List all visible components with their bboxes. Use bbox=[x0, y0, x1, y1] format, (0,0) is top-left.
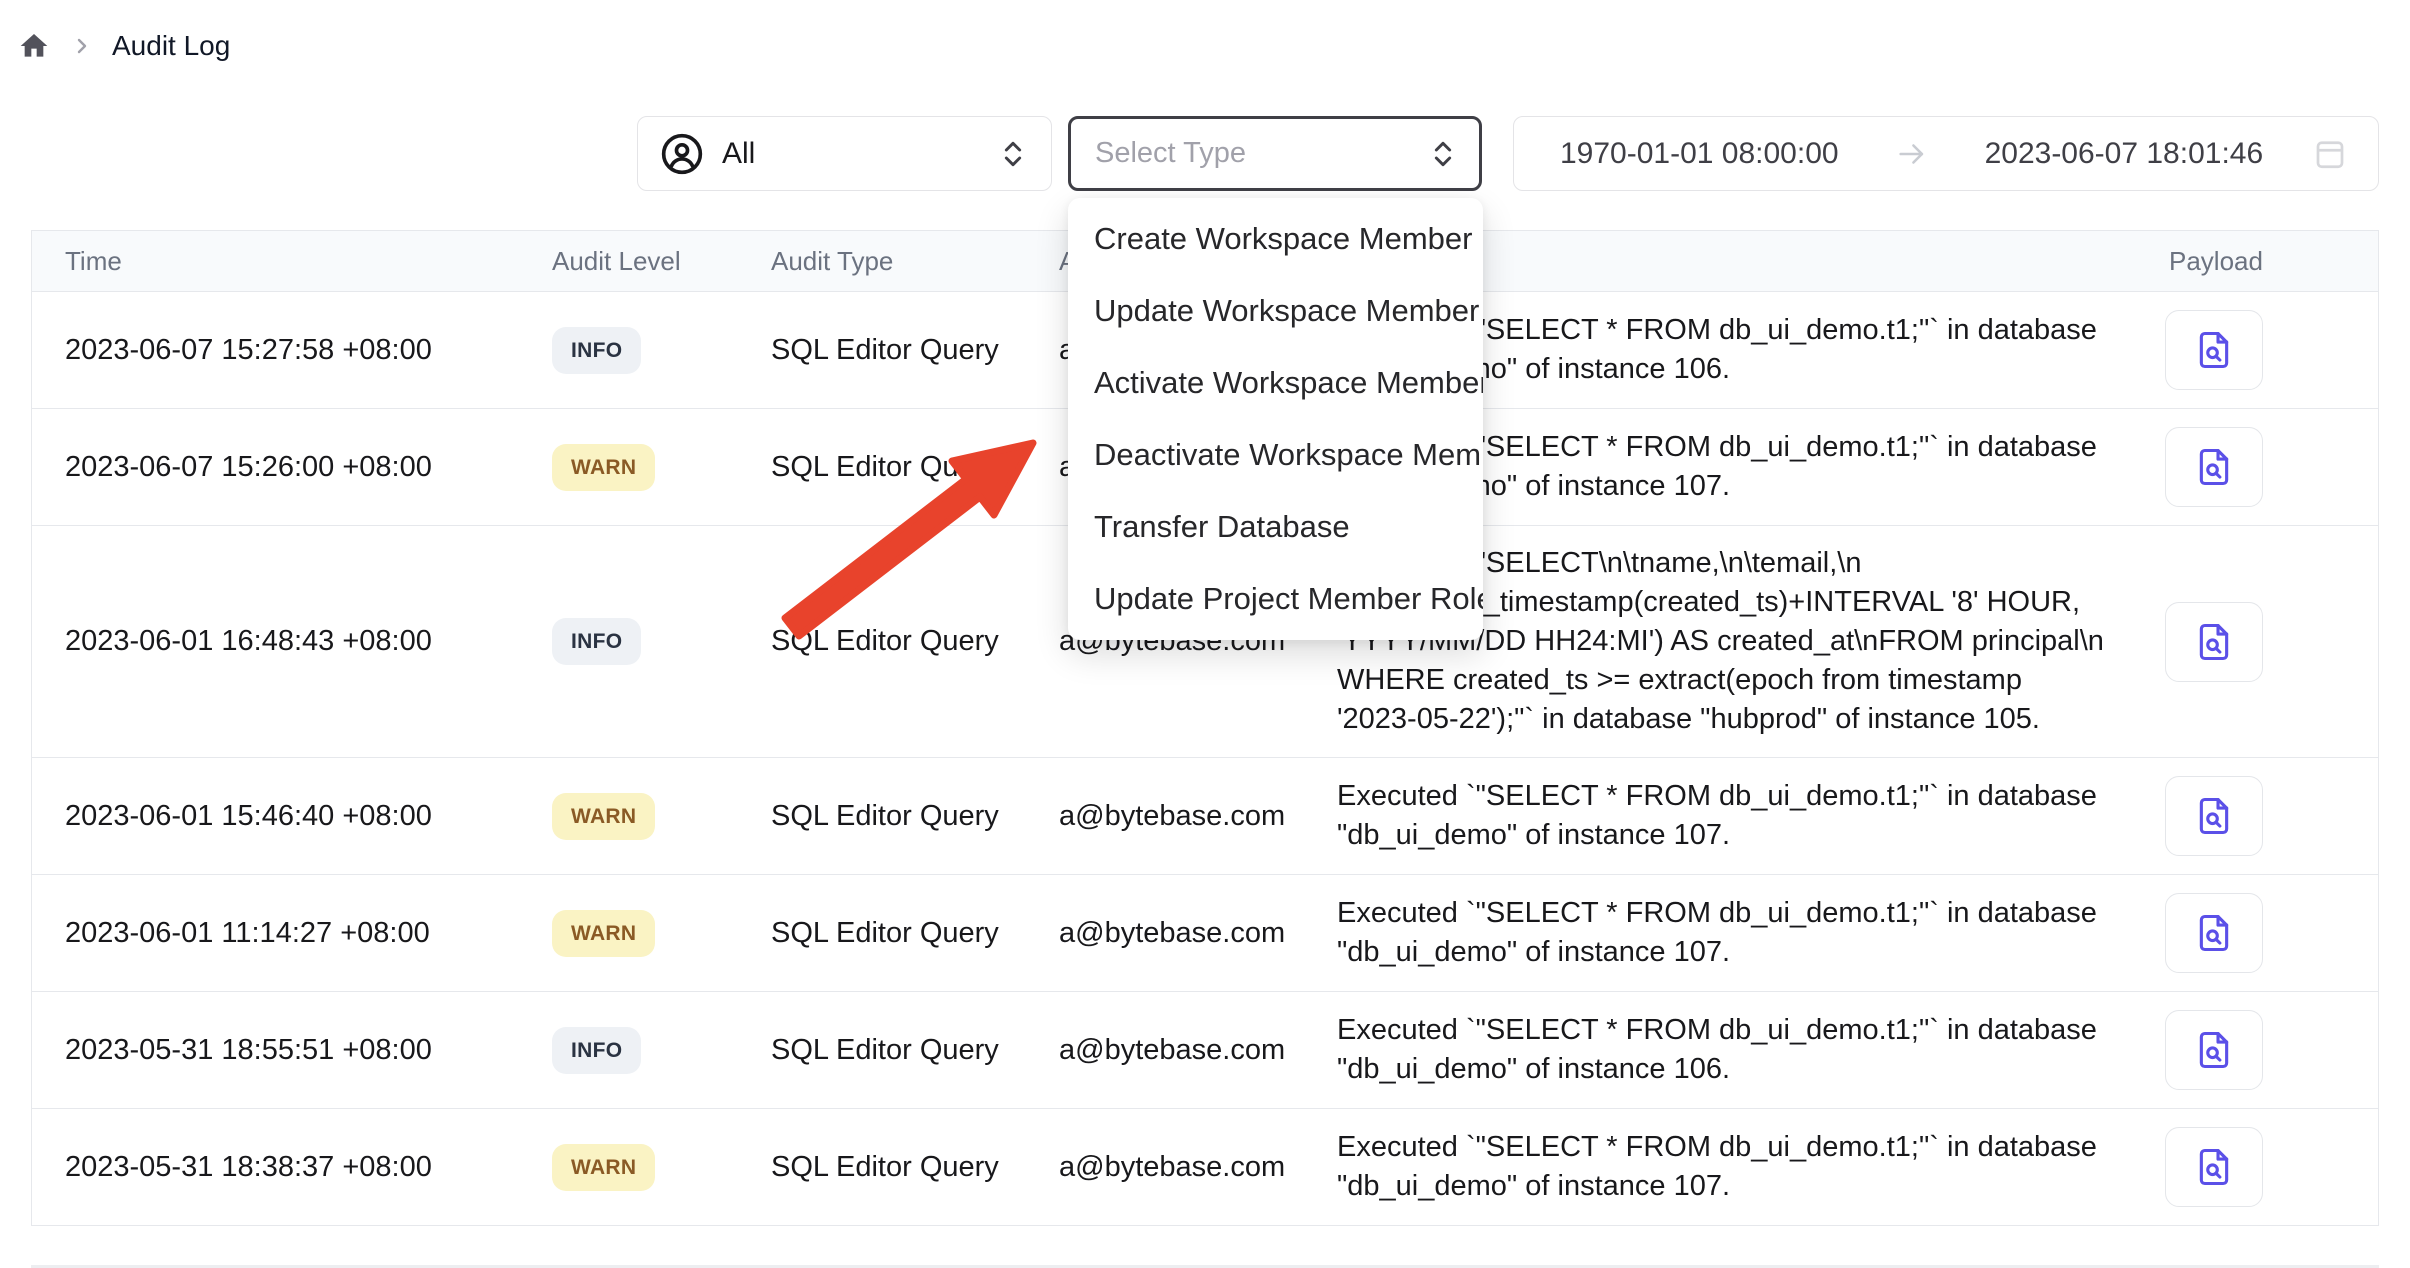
page-title: Audit Log bbox=[112, 30, 230, 62]
type-filter-select[interactable]: Select Type bbox=[1068, 116, 1482, 191]
cell-audit-level: INFO bbox=[552, 1027, 771, 1074]
cell-audit-level: WARN bbox=[552, 793, 771, 840]
type-filter-placeholder: Select Type bbox=[1095, 137, 1246, 170]
column-header-audit-type: Audit Type bbox=[771, 246, 1059, 277]
breadcrumb: Audit Log bbox=[18, 26, 230, 66]
view-payload-button[interactable] bbox=[2165, 1127, 2263, 1207]
cell-audit-type: SQL Editor Query bbox=[771, 451, 1059, 484]
cell-payload bbox=[2137, 1127, 2378, 1207]
cell-time: 2023-06-07 15:26:00 +08:00 bbox=[32, 451, 552, 484]
breadcrumb-chevron-icon bbox=[70, 34, 94, 58]
view-payload-button[interactable] bbox=[2165, 602, 2263, 682]
view-payload-button[interactable] bbox=[2165, 776, 2263, 856]
dropdown-option-update-workspace-member[interactable]: Update Workspace Member Role bbox=[1068, 275, 1483, 347]
chevrons-up-down-icon bbox=[1427, 138, 1459, 170]
cell-payload bbox=[2137, 310, 2378, 390]
cell-comment: Executed `"SELECT * FROM db_ui_demo.t1;"… bbox=[1337, 894, 2137, 972]
cell-audit-level: INFO bbox=[552, 618, 771, 665]
calendar-icon bbox=[2312, 136, 2348, 172]
cell-time: 2023-05-31 18:55:51 +08:00 bbox=[32, 1034, 552, 1067]
arrow-right-icon bbox=[1895, 137, 1929, 171]
cell-time: 2023-05-31 18:38:37 +08:00 bbox=[32, 1151, 552, 1184]
audit-level-badge: WARN bbox=[552, 793, 655, 840]
column-header-time: Time bbox=[32, 246, 552, 277]
audit-level-badge: WARN bbox=[552, 1144, 655, 1191]
audit-level-badge: WARN bbox=[552, 444, 655, 491]
dropdown-option-deactivate-workspace-member[interactable]: Deactivate Workspace Member bbox=[1068, 419, 1483, 491]
column-header-payload: Payload bbox=[2137, 246, 2378, 277]
cell-actor: a@bytebase.com bbox=[1059, 917, 1337, 950]
cell-comment: Executed `"SELECT * FROM db_ui_demo.t1;"… bbox=[1337, 1011, 2137, 1089]
cell-time: 2023-06-01 16:48:43 +08:00 bbox=[32, 625, 552, 658]
cell-payload bbox=[2137, 776, 2378, 856]
table-row: 2023-06-01 15:46:40 +08:00 WARN SQL Edit… bbox=[32, 758, 2378, 875]
dropdown-option-activate-workspace-member[interactable]: Activate Workspace Member bbox=[1068, 347, 1483, 419]
table-row: 2023-06-01 11:14:27 +08:00 WARN SQL Edit… bbox=[32, 875, 2378, 992]
cell-actor: a@bytebase.com bbox=[1059, 1034, 1337, 1067]
date-range-start[interactable]: 1970-01-01 08:00:00 bbox=[1560, 137, 1839, 171]
cell-audit-level: WARN bbox=[552, 1144, 771, 1191]
file-search-icon bbox=[2192, 794, 2236, 838]
view-payload-button[interactable] bbox=[2165, 427, 2263, 507]
column-header-audit-level: Audit Level bbox=[552, 246, 771, 277]
cell-audit-type: SQL Editor Query bbox=[771, 917, 1059, 950]
cell-audit-level: INFO bbox=[552, 327, 771, 374]
cell-time: 2023-06-07 15:27:58 +08:00 bbox=[32, 334, 552, 367]
view-payload-button[interactable] bbox=[2165, 310, 2263, 390]
file-search-icon bbox=[2192, 445, 2236, 489]
audit-level-badge: INFO bbox=[552, 618, 641, 665]
audit-level-badge: WARN bbox=[552, 910, 655, 957]
cell-audit-type: SQL Editor Query bbox=[771, 334, 1059, 367]
actor-filter-value: All bbox=[722, 137, 755, 171]
table-row: 2023-05-31 18:38:37 +08:00 WARN SQL Edit… bbox=[32, 1109, 2378, 1226]
cell-audit-level: WARN bbox=[552, 444, 771, 491]
type-dropdown-menu: Create Workspace Member Update Workspace… bbox=[1068, 198, 1483, 640]
cell-actor: a@bytebase.com bbox=[1059, 800, 1337, 833]
date-range-picker[interactable]: 1970-01-01 08:00:00 2023-06-07 18:01:46 bbox=[1513, 116, 2379, 191]
home-icon[interactable] bbox=[18, 30, 50, 62]
file-search-icon bbox=[2192, 1028, 2236, 1072]
file-search-icon bbox=[2192, 620, 2236, 664]
audit-level-badge: INFO bbox=[552, 327, 641, 374]
user-circle-icon bbox=[660, 132, 704, 176]
file-search-icon bbox=[2192, 1145, 2236, 1189]
cell-audit-type: SQL Editor Query bbox=[771, 800, 1059, 833]
cell-comment: Executed `"SELECT * FROM db_ui_demo.t1;"… bbox=[1337, 1128, 2137, 1206]
view-payload-button[interactable] bbox=[2165, 1010, 2263, 1090]
cell-payload bbox=[2137, 1010, 2378, 1090]
cell-payload bbox=[2137, 602, 2378, 682]
cell-audit-type: SQL Editor Query bbox=[771, 625, 1059, 658]
date-range-end[interactable]: 2023-06-07 18:01:46 bbox=[1985, 137, 2264, 171]
dropdown-option-update-project-member[interactable]: Update Project Member Role bbox=[1068, 563, 1483, 635]
cell-actor: a@bytebase.com bbox=[1059, 1151, 1337, 1184]
dropdown-option-transfer-database[interactable]: Transfer Database bbox=[1068, 491, 1483, 563]
cell-audit-type: SQL Editor Query bbox=[771, 1151, 1059, 1184]
audit-log-page: Audit Log All Select Type 1970-01-01 08:… bbox=[0, 0, 2410, 1268]
cell-audit-level: WARN bbox=[552, 910, 771, 957]
table-row: 2023-05-31 18:55:51 +08:00 INFO SQL Edit… bbox=[32, 992, 2378, 1109]
file-search-icon bbox=[2192, 911, 2236, 955]
view-payload-button[interactable] bbox=[2165, 893, 2263, 973]
cell-audit-type: SQL Editor Query bbox=[771, 1034, 1059, 1067]
dropdown-option-create-workspace-member[interactable]: Create Workspace Member bbox=[1068, 203, 1483, 275]
cell-payload bbox=[2137, 893, 2378, 973]
cell-comment: Executed `"SELECT * FROM db_ui_demo.t1;"… bbox=[1337, 777, 2137, 855]
file-search-icon bbox=[2192, 328, 2236, 372]
actor-filter-select[interactable]: All bbox=[637, 116, 1052, 191]
cell-time: 2023-06-01 15:46:40 +08:00 bbox=[32, 800, 552, 833]
cell-time: 2023-06-01 11:14:27 +08:00 bbox=[32, 917, 552, 950]
chevrons-up-down-icon bbox=[997, 138, 1029, 170]
cell-payload bbox=[2137, 427, 2378, 507]
audit-level-badge: INFO bbox=[552, 1027, 641, 1074]
